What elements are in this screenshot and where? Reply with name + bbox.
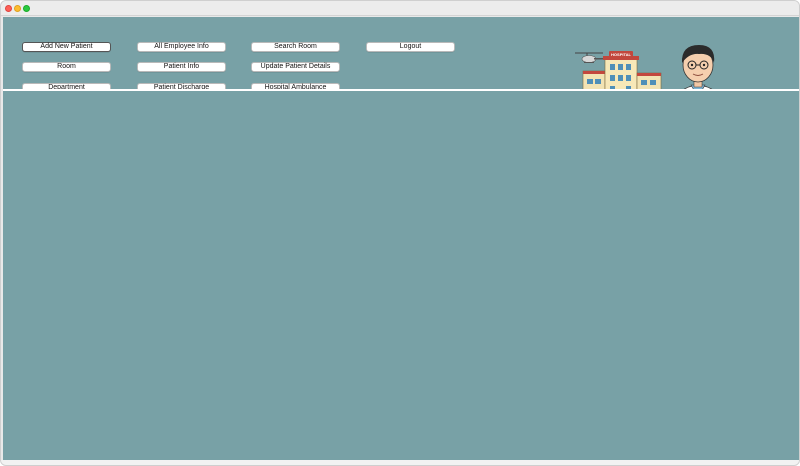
helicopter-icon bbox=[575, 52, 603, 63]
room-button[interactable]: Room bbox=[22, 62, 111, 72]
minimize-window-button[interactable] bbox=[14, 5, 21, 12]
all-employee-info-button[interactable]: All Employee Info bbox=[137, 42, 226, 52]
close-window-button[interactable] bbox=[5, 5, 12, 12]
patient-info-button[interactable]: Patient Info bbox=[137, 62, 226, 72]
app-window: Add New Patient All Employee Info Search… bbox=[0, 0, 800, 466]
update-patient-details-button[interactable]: Update Patient Details bbox=[251, 62, 340, 72]
hospital-sign: HOSPITAL bbox=[611, 52, 631, 57]
content-area bbox=[3, 91, 799, 460]
logout-button[interactable]: Logout bbox=[366, 42, 455, 52]
menu-panel: Add New Patient All Employee Info Search… bbox=[3, 17, 799, 105]
add-new-patient-button[interactable]: Add New Patient bbox=[22, 42, 111, 52]
title-bar bbox=[1, 1, 799, 16]
maximize-window-button[interactable] bbox=[23, 5, 30, 12]
window-bottom-edge bbox=[1, 460, 799, 465]
search-room-button[interactable]: Search Room bbox=[251, 42, 340, 52]
